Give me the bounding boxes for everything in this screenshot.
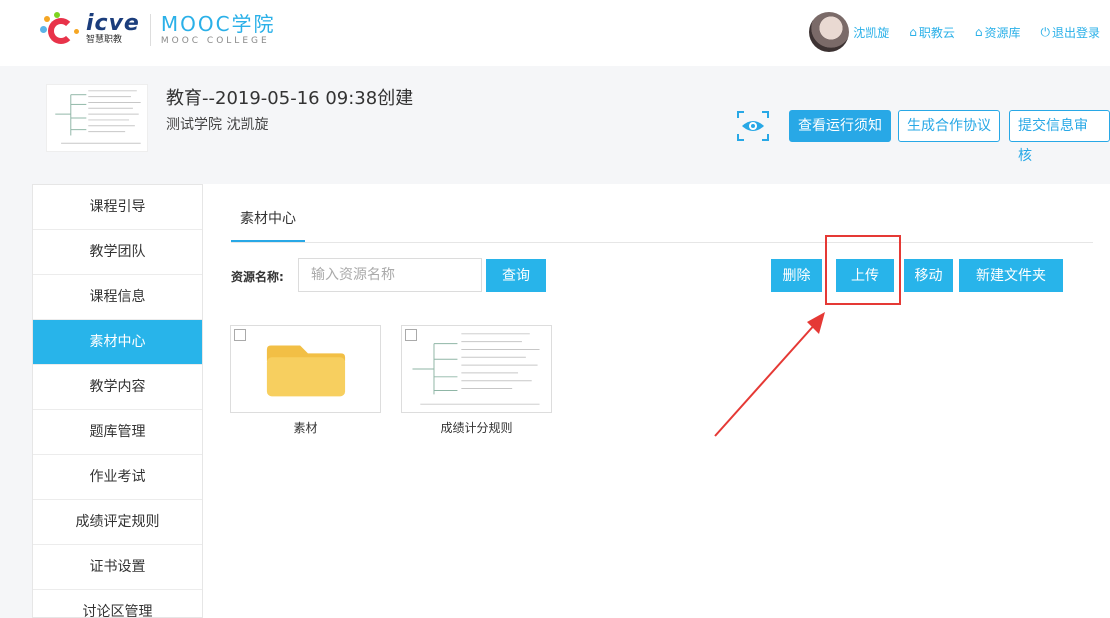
zhijiaoyun-label: 职教云: [918, 25, 955, 40]
sidebar-item-question-bank[interactable]: 题库管理: [33, 410, 202, 455]
file-name-folder[interactable]: 素材: [230, 419, 381, 436]
search-input[interactable]: [298, 258, 482, 292]
logo-text: icve: [86, 11, 140, 36]
delete-button[interactable]: 删除: [771, 259, 822, 292]
file-card-folder[interactable]: [230, 325, 381, 413]
logout-link[interactable]: ⏻ 退出登录: [1040, 24, 1100, 41]
move-button[interactable]: 移动: [904, 259, 953, 292]
resource-library-label: 资源库: [984, 25, 1021, 40]
course-title: 教育--2019-05-16 09:38创建: [166, 88, 414, 109]
file-card-image[interactable]: [401, 325, 552, 413]
resource-library-link[interactable]: ⌂ 资源库: [975, 24, 1021, 41]
sidebar-item-teaching-team[interactable]: 教学团队: [33, 230, 202, 275]
query-button[interactable]: 查询: [486, 259, 546, 292]
sidebar-item-teaching-content[interactable]: 教学内容: [33, 365, 202, 410]
avatar[interactable]: [809, 12, 850, 52]
mindmap-thumbnail-image: [47, 85, 147, 151]
search-label: 资源名称:: [231, 270, 284, 284]
annotation-arrow-icon: [714, 312, 825, 437]
sidebar-item-certificate-settings[interactable]: 证书设置: [33, 545, 202, 590]
course-header: 教育--2019-05-16 09:38创建 测试学院 沈凯旋 查看运行须知 生…: [0, 66, 1110, 166]
folder-icon: [266, 345, 346, 397]
image-thumbnail-icon: [412, 333, 540, 405]
power-icon: ⏻: [1040, 24, 1050, 39]
logo-divider: [149, 14, 151, 46]
sidebar-item-course-guide[interactable]: 课程引导: [33, 185, 202, 230]
site-subtitle: MOOC COLLEGE: [160, 36, 270, 46]
generate-agreement-button[interactable]: 生成合作协议: [898, 110, 1000, 142]
eye-icon: [737, 111, 769, 141]
sidebar-item-course-info[interactable]: 课程信息: [33, 275, 202, 320]
top-bar: icve 智慧职教 MOOC学院 MOOC COLLEGE 沈凯旋 ⌂ 职教云 ⌂…: [0, 0, 1110, 66]
upload-highlight-annotation: [825, 235, 901, 305]
sidebar: 课程引导 教学团队 课程信息 素材中心 教学内容 题库管理 作业考试 成绩评定规…: [32, 184, 203, 618]
tab-divider: [231, 242, 1093, 243]
user-name-link[interactable]: 沈凯旋: [853, 24, 889, 41]
home-icon: ⌂: [909, 25, 917, 39]
logo[interactable]: icve 智慧职教 MOOC学院 MOOC COLLEGE: [40, 12, 276, 48]
home-icon: ⌂: [974, 25, 983, 39]
new-folder-button[interactable]: 新建文件夹: [959, 259, 1063, 292]
main-panel: 素材中心 资源名称: 查询 删除 上传 移动 新建文件夹 素材: [203, 184, 1110, 618]
course-thumbnail[interactable]: [46, 84, 148, 152]
view-notice-button[interactable]: 查看运行须知: [789, 110, 891, 142]
sidebar-item-discussion-management[interactable]: 讨论区管理: [33, 590, 202, 617]
preview-button[interactable]: [736, 110, 770, 142]
tab-material-center[interactable]: 素材中心: [231, 206, 305, 242]
submit-review-button[interactable]: 提交信息审核: [1009, 110, 1110, 164]
file-checkbox[interactable]: [405, 329, 417, 341]
logout-label: 退出登录: [1051, 25, 1100, 40]
file-checkbox[interactable]: [234, 329, 246, 341]
icve-logo-icon: [40, 12, 80, 48]
site-title: MOOC学院: [160, 12, 276, 36]
sidebar-item-grading-rules[interactable]: 成绩评定规则: [33, 500, 202, 545]
zhijiaoyun-link[interactable]: ⌂ 职教云: [909, 24, 955, 41]
course-subtitle: 测试学院 沈凯旋: [166, 117, 269, 133]
file-name-image[interactable]: 成绩计分规则: [401, 419, 552, 436]
user-menu: 沈凯旋 ⌂ 职教云 ⌂ 资源库 ⏻ 退出登录: [809, 12, 1100, 52]
sidebar-item-homework-exam[interactable]: 作业考试: [33, 455, 202, 500]
sidebar-item-material-center[interactable]: 素材中心: [33, 320, 202, 365]
